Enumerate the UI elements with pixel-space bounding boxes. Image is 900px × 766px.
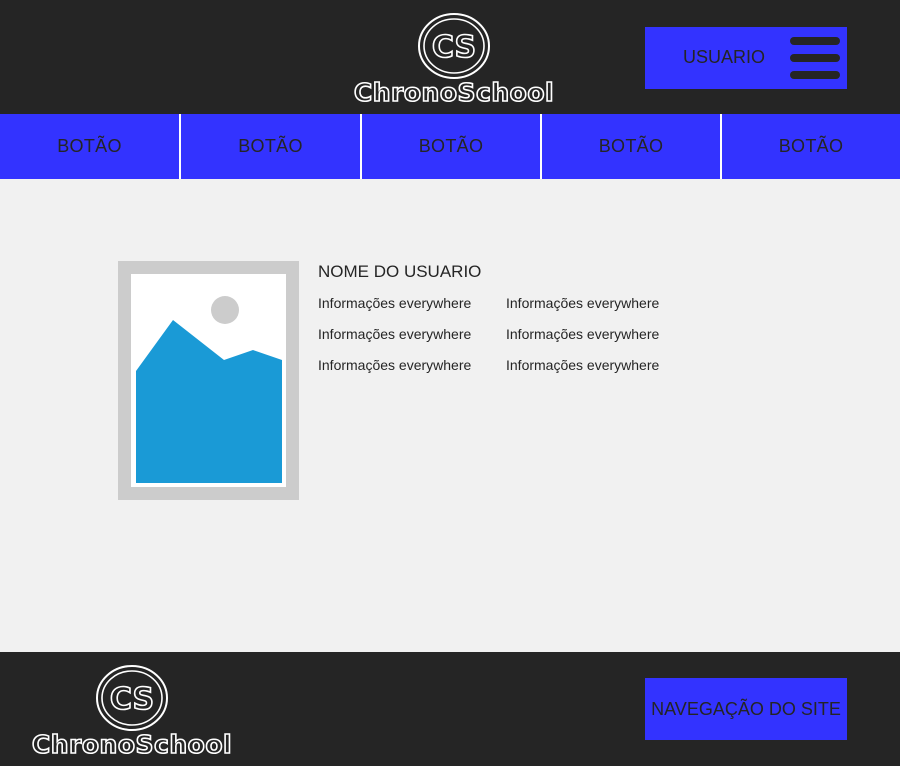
cs-emblem-icon: CS	[96, 665, 168, 731]
info-field: Informações everywhere	[506, 295, 660, 311]
info-field: Informações everywhere	[318, 357, 472, 373]
main-nav: BOTÃO BOTÃO BOTÃO BOTÃO BOTÃO	[0, 114, 900, 179]
user-menu[interactable]: USUARIO	[645, 27, 847, 89]
logo-wordmark: ChronoSchool	[31, 730, 233, 759]
site-header: CS ChronoSchool USUARIO	[0, 0, 900, 114]
chronoschool-footer-logo[interactable]: CS ChronoSchool	[30, 664, 234, 758]
image-placeholder-icon	[136, 296, 282, 483]
nav-button-1[interactable]: BOTÃO	[0, 114, 179, 179]
user-avatar	[118, 261, 299, 500]
site-navigation-button[interactable]: NAVEGAÇÃO DO SITE	[645, 678, 847, 740]
logo-monogram: CS	[432, 30, 476, 65]
user-name: NOME DO USUARIO	[318, 262, 482, 281]
user-label: USUARIO	[683, 47, 766, 67]
info-field: Informações everywhere	[506, 326, 660, 342]
nav-button-3[interactable]: BOTÃO	[362, 114, 540, 179]
image-placeholder	[131, 274, 286, 487]
cs-emblem-icon: CS	[418, 13, 490, 79]
chronoschool-logo[interactable]: CS ChronoSchool	[352, 12, 556, 106]
logo-wordmark: ChronoSchool	[353, 78, 555, 107]
nav-button-4[interactable]: BOTÃO	[542, 114, 720, 179]
info-field: Informações everywhere	[318, 326, 472, 342]
nav-button-5[interactable]: BOTÃO	[722, 114, 900, 179]
info-field: Informações everywhere	[318, 295, 472, 311]
info-field: Informações everywhere	[506, 357, 660, 373]
hamburger-menu-icon[interactable]	[790, 37, 840, 79]
logo-monogram: CS	[110, 682, 154, 717]
nav-button-2[interactable]: BOTÃO	[181, 114, 360, 179]
